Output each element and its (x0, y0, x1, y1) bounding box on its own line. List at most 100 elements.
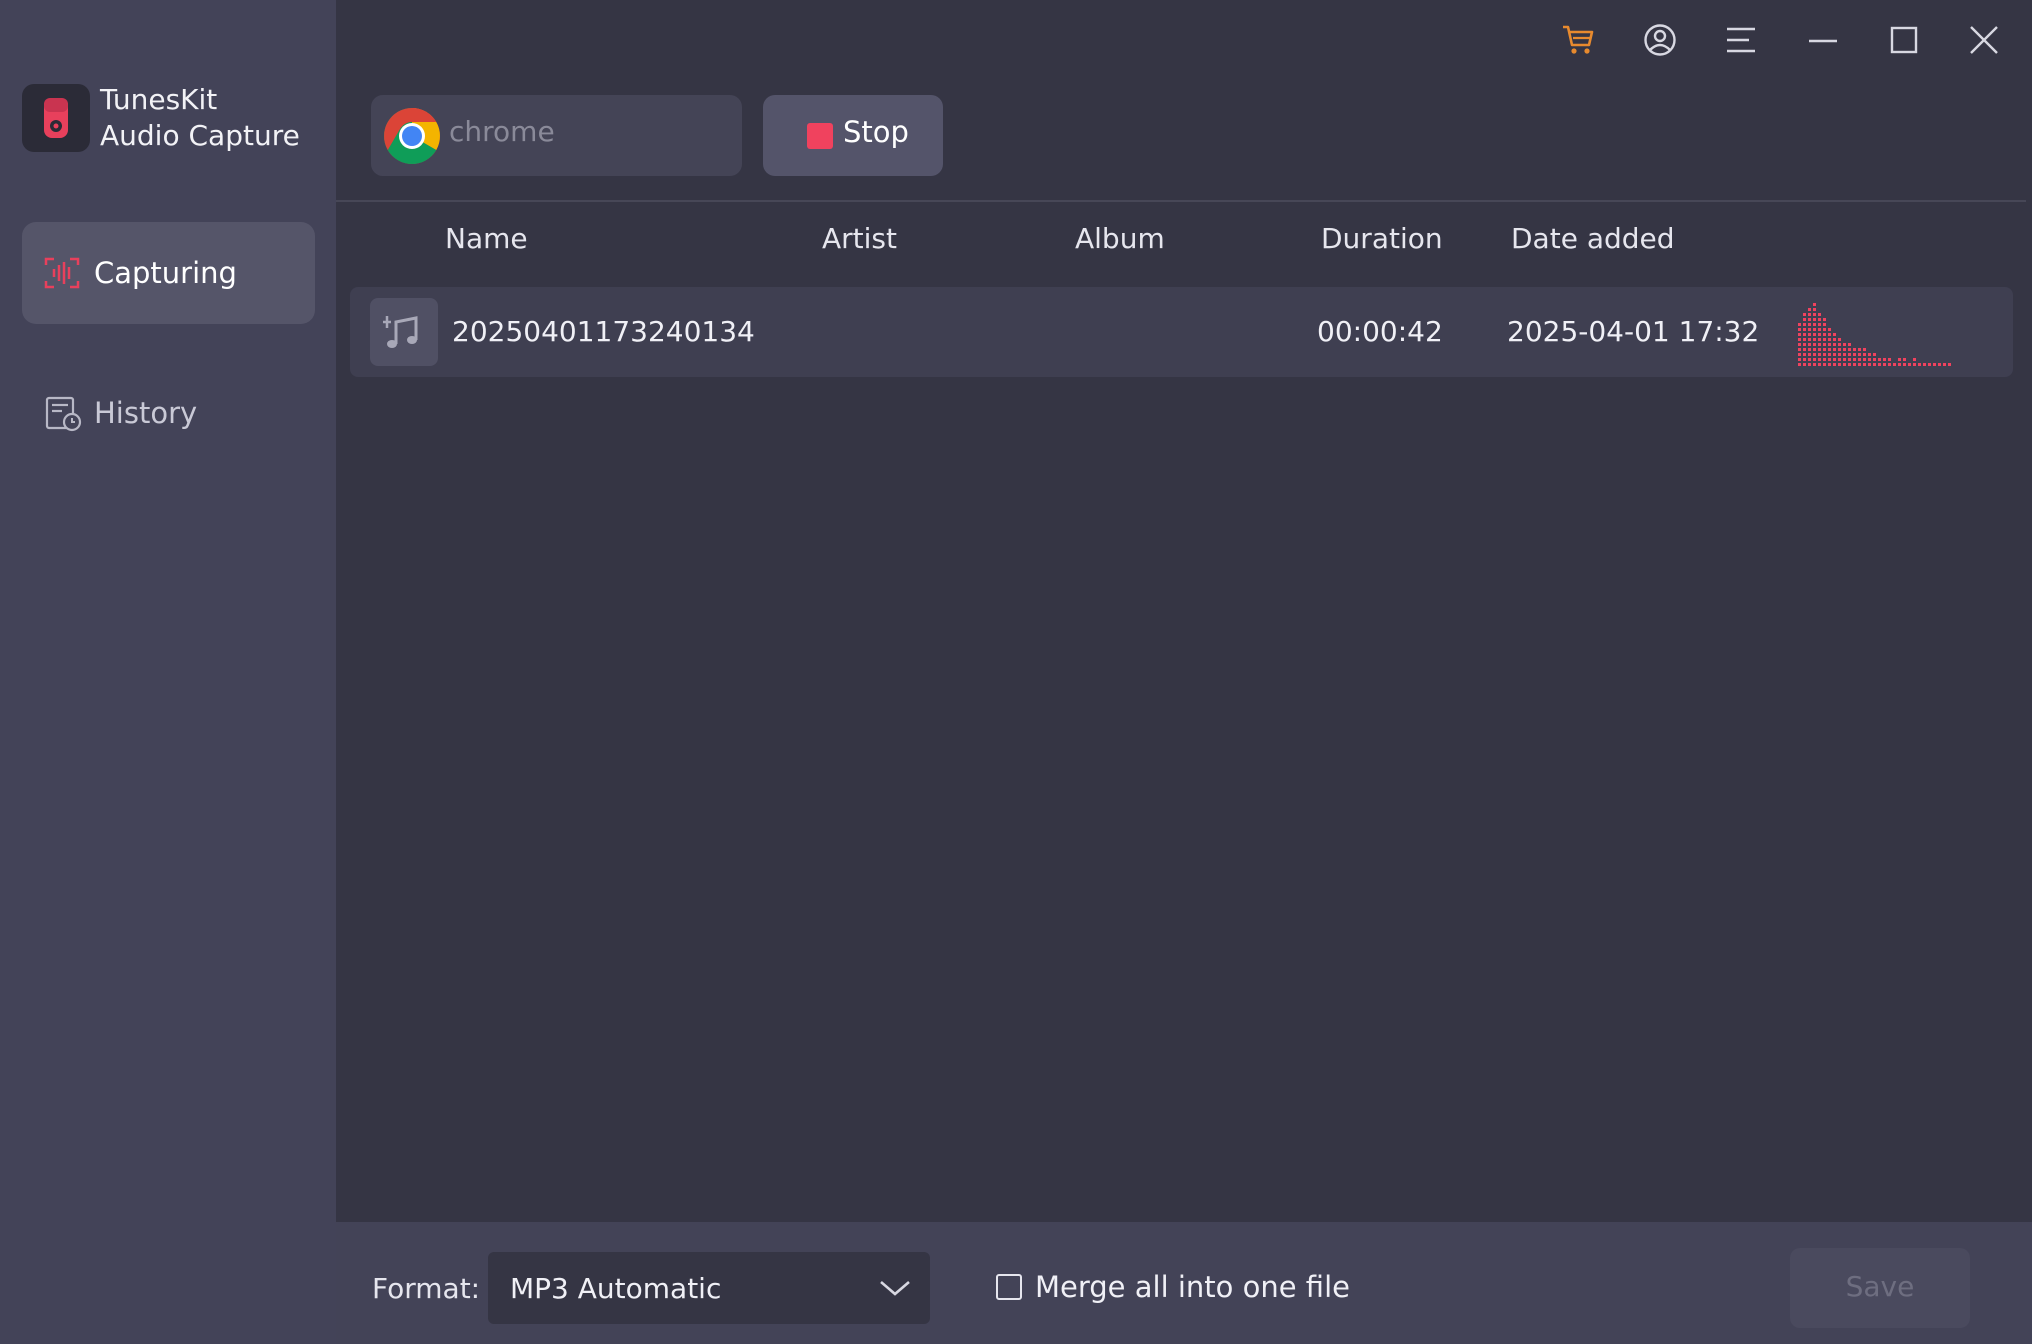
level-dot (1823, 328, 1826, 331)
level-dot (1818, 333, 1821, 336)
level-dot (1858, 358, 1861, 361)
level-dot (1848, 363, 1851, 366)
merge-label[interactable]: Merge all into one file (1035, 1270, 1350, 1304)
level-dot (1808, 313, 1811, 316)
level-dot (1828, 343, 1831, 346)
minimize-button[interactable] (1801, 18, 1845, 62)
level-dot (1798, 348, 1801, 351)
level-dot (1823, 323, 1826, 326)
chevron-down-icon (880, 1281, 910, 1296)
menu-icon (1727, 27, 1755, 53)
level-dot (1798, 343, 1801, 346)
stop-button[interactable]: Stop (763, 95, 943, 176)
level-dot (1868, 363, 1871, 366)
level-dot (1808, 358, 1811, 361)
maximize-button[interactable] (1882, 18, 1926, 62)
level-dot (1803, 338, 1806, 341)
toolbar-divider (336, 200, 2026, 202)
app-window: TunesKit Audio Capture Capturing History (0, 0, 2032, 1344)
level-dot (1798, 338, 1801, 341)
level-dot (1813, 348, 1816, 351)
app-name: TunesKit Audio Capture (100, 82, 332, 154)
level-dot (1833, 338, 1836, 341)
level-dot (1833, 353, 1836, 356)
level-dot (1823, 333, 1826, 336)
level-dot (1838, 348, 1841, 351)
level-dot (1943, 363, 1946, 366)
level-dot (1938, 363, 1941, 366)
column-header-duration[interactable]: Duration (1321, 222, 1443, 255)
track-thumbnail (370, 298, 438, 366)
level-dot (1818, 328, 1821, 331)
level-dot (1838, 358, 1841, 361)
app-name-line2: Audio Capture (100, 119, 300, 152)
level-dot (1848, 358, 1851, 361)
app-logo (22, 84, 90, 152)
level-dot (1923, 363, 1926, 366)
level-dot (1828, 328, 1831, 331)
level-dot (1828, 338, 1831, 341)
level-dot (1853, 353, 1856, 356)
level-dot (1813, 303, 1816, 306)
level-dot (1913, 358, 1916, 361)
level-dot (1928, 363, 1931, 366)
level-dot (1808, 318, 1811, 321)
level-dot (1913, 363, 1916, 366)
maximize-icon (1890, 26, 1918, 54)
level-dot (1798, 333, 1801, 336)
level-dot (1948, 363, 1951, 366)
merge-checkbox[interactable] (996, 1274, 1022, 1300)
level-dot (1818, 348, 1821, 351)
level-dot (1833, 363, 1836, 366)
level-dot (1843, 363, 1846, 366)
level-dot (1813, 333, 1816, 336)
level-dot (1838, 363, 1841, 366)
level-dot (1828, 363, 1831, 366)
format-dropdown[interactable]: MP3 Automatic (488, 1252, 930, 1324)
level-dot (1813, 313, 1816, 316)
track-duration: 00:00:42 (1317, 315, 1443, 348)
level-dot (1813, 308, 1816, 311)
level-dot (1813, 353, 1816, 356)
column-header-artist[interactable]: Artist (822, 222, 897, 255)
level-dot (1863, 363, 1866, 366)
level-dot (1833, 333, 1836, 336)
audio-source-selector[interactable]: chrome (371, 95, 742, 176)
level-dot (1808, 338, 1811, 341)
level-dot (1803, 313, 1806, 316)
track-date-added: 2025-04-01 17:32 (1507, 315, 1760, 348)
level-dot (1818, 363, 1821, 366)
sidebar-item-history[interactable]: History (22, 362, 315, 464)
level-dot (1798, 358, 1801, 361)
sidebar-item-label: Capturing (94, 256, 237, 290)
save-button[interactable]: Save (1790, 1248, 1970, 1328)
column-header-date-added[interactable]: Date added (1511, 222, 1675, 255)
level-dot (1798, 353, 1801, 356)
level-dot (1803, 363, 1806, 366)
cart-icon (1563, 25, 1594, 54)
level-dot (1803, 348, 1806, 351)
column-header-album[interactable]: Album (1075, 222, 1165, 255)
level-dot (1908, 363, 1911, 366)
level-dot (1898, 358, 1901, 361)
level-dot (1798, 363, 1801, 366)
column-header-name[interactable]: Name (445, 222, 528, 255)
account-button[interactable] (1638, 18, 1682, 62)
level-dot (1818, 313, 1821, 316)
stop-button-label: Stop (843, 115, 909, 149)
level-dot (1823, 348, 1826, 351)
track-name: 20250401173240134 (452, 315, 755, 348)
sidebar-item-capturing[interactable]: Capturing (22, 222, 315, 324)
level-dot (1823, 353, 1826, 356)
menu-button[interactable] (1719, 18, 1763, 62)
level-dot (1858, 353, 1861, 356)
level-dot (1853, 363, 1856, 366)
cart-button[interactable] (1556, 18, 1600, 62)
level-dot (1878, 358, 1881, 361)
table-row[interactable]: 20250401173240134 00:00:42 2025-04-01 17… (350, 287, 2013, 377)
level-dot (1933, 363, 1936, 366)
level-dot (1823, 363, 1826, 366)
level-dot (1893, 363, 1896, 366)
level-dot (1818, 323, 1821, 326)
close-button[interactable] (1962, 18, 2006, 62)
